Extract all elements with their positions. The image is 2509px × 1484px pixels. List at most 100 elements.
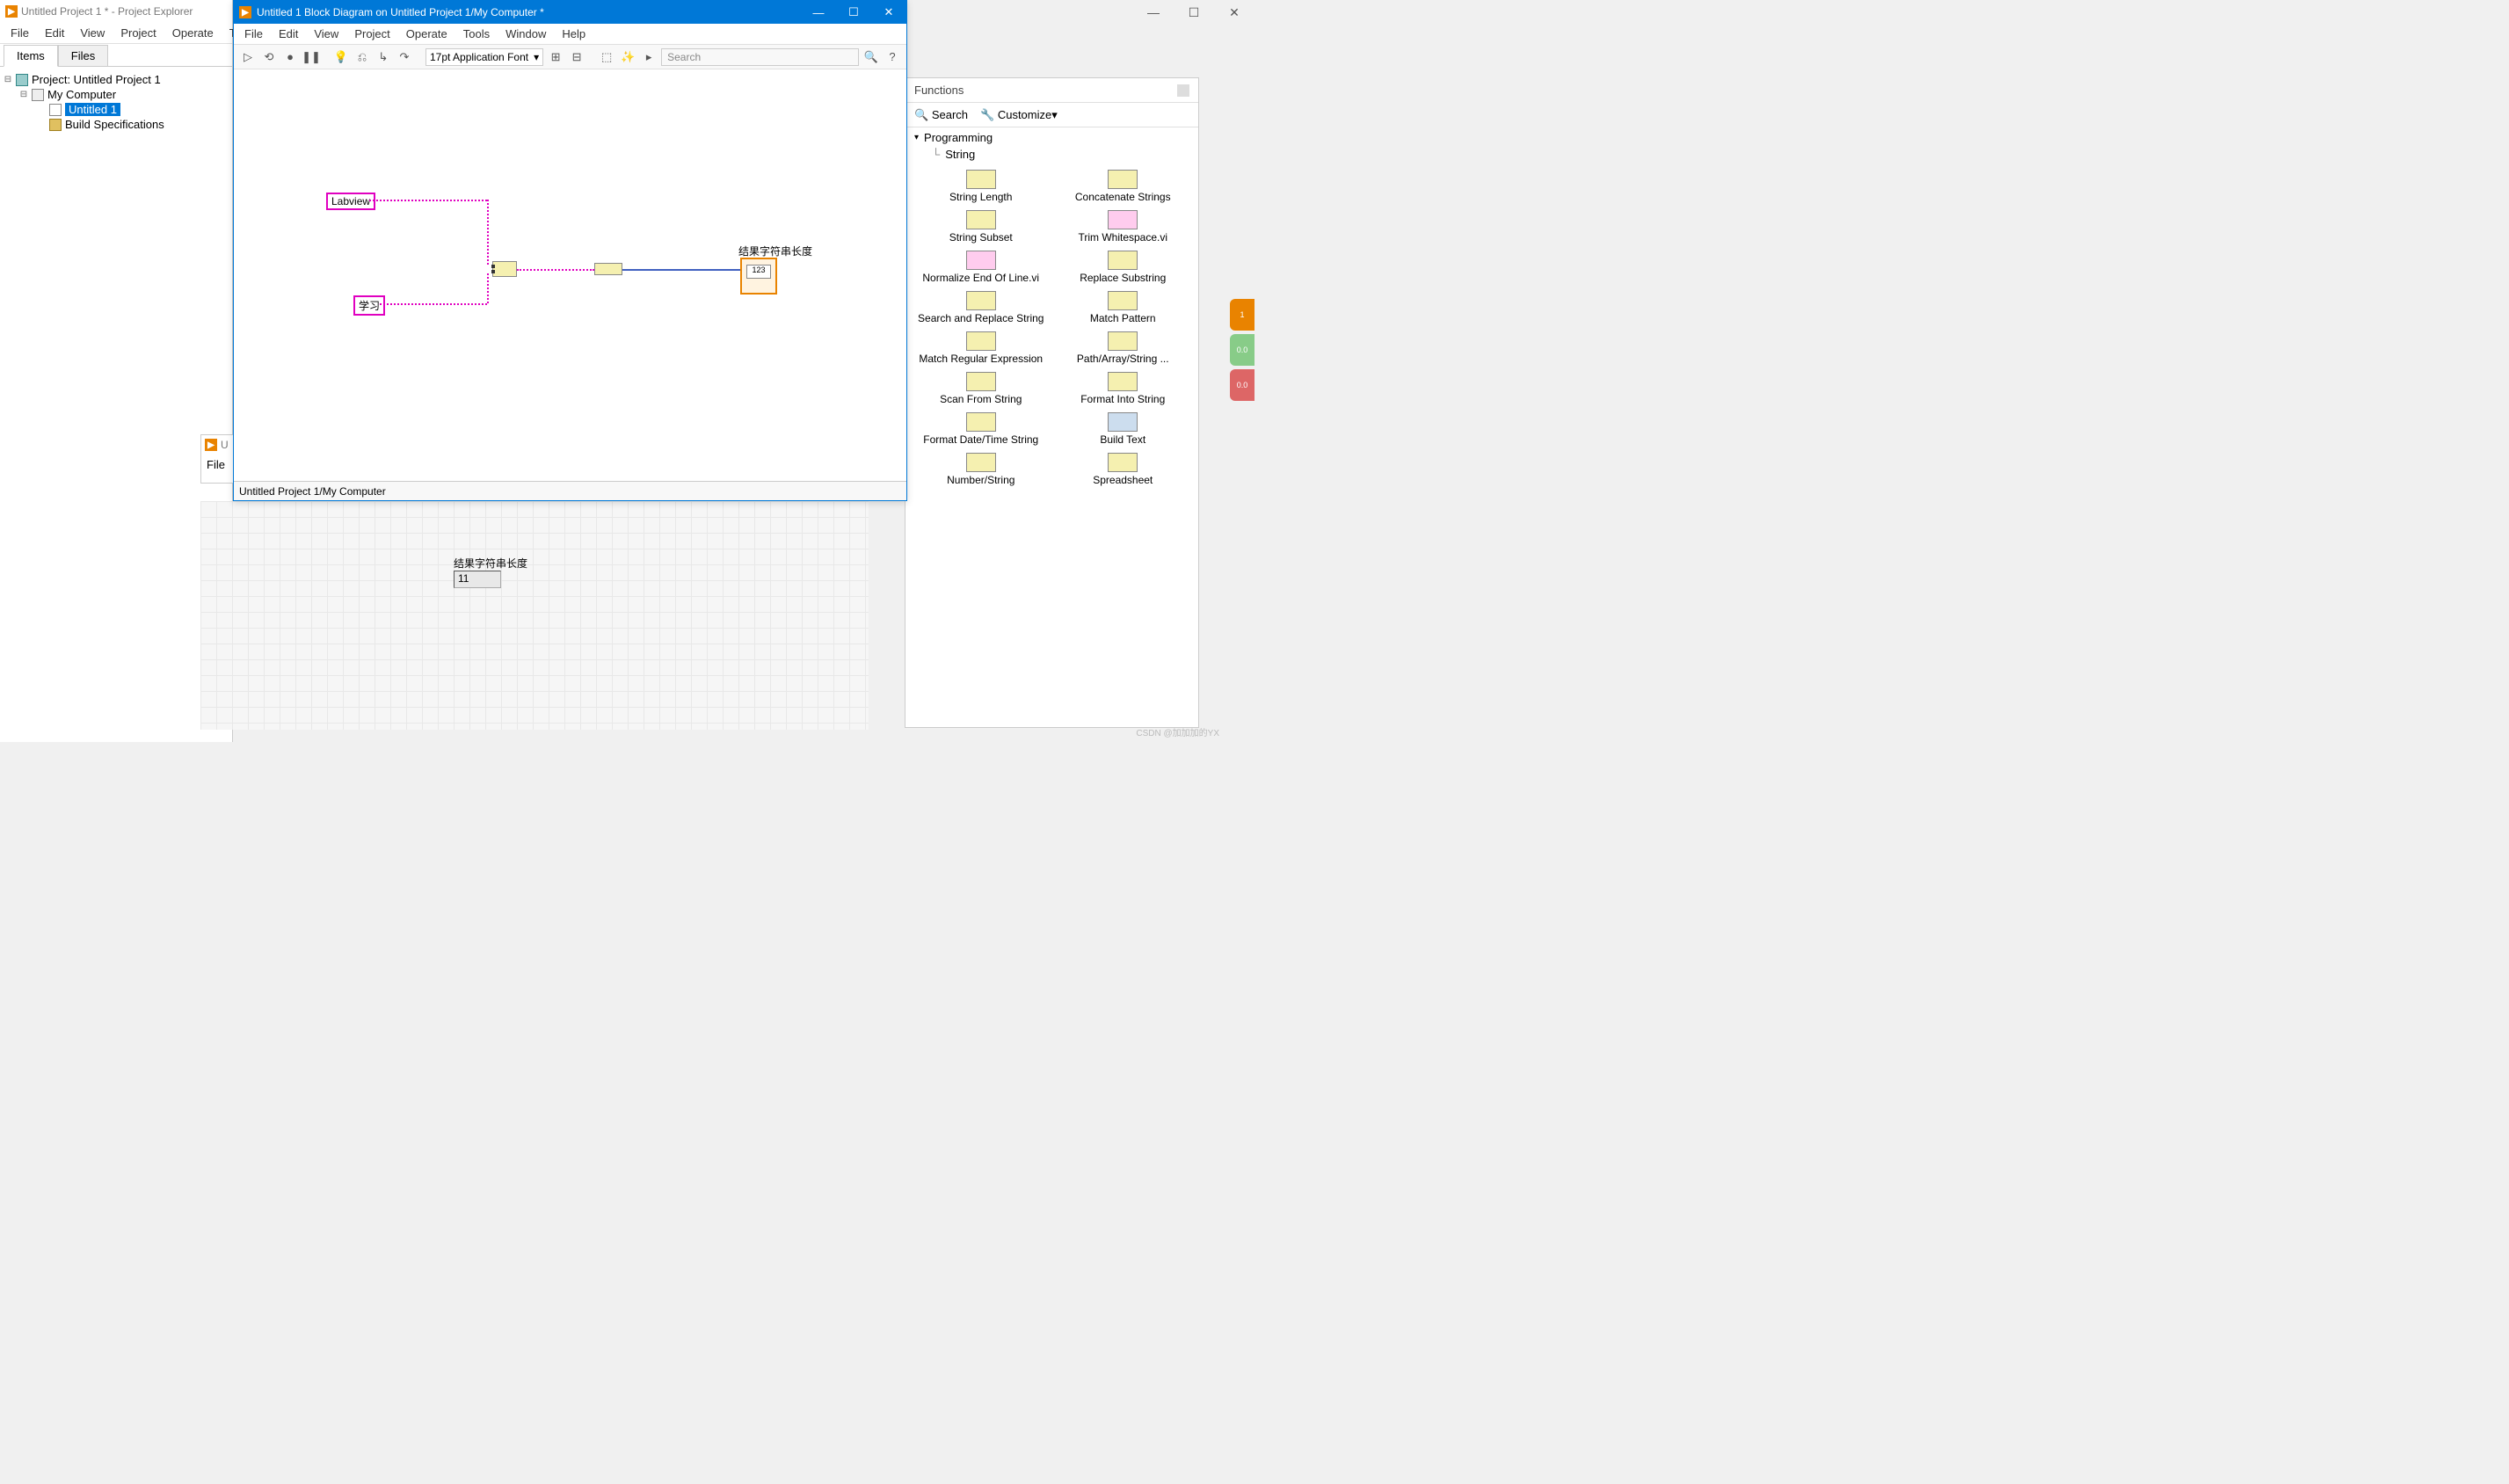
fn-trim-whitespace[interactable]: Trim Whitespace.vi [1053, 208, 1194, 245]
computer-icon [32, 89, 44, 101]
align-button[interactable]: ⊞ [547, 48, 564, 66]
numeric-indicator[interactable]: 123 [740, 258, 777, 295]
close-button[interactable]: ✕ [871, 1, 906, 24]
wire[interactable] [380, 303, 487, 305]
fp-stub-menu-file[interactable]: File [201, 455, 235, 475]
fn-path-array-string[interactable]: Path/Array/String ... [1053, 330, 1194, 367]
functions-search[interactable]: 🔍 Search [914, 108, 968, 122]
pe-menu-file[interactable]: File [4, 25, 36, 41]
concatenate-strings-node[interactable] [492, 261, 517, 277]
front-panel-area[interactable]: 结果字符串长度 11 [200, 501, 869, 730]
minimize-button[interactable]: — [801, 1, 836, 24]
functions-header[interactable]: Functions [905, 78, 1198, 103]
fn-spreadsheet[interactable]: Spreadsheet [1053, 451, 1194, 488]
distribute-button[interactable]: ⊟ [568, 48, 585, 66]
highlight-exec-button[interactable]: 💡 [332, 48, 350, 66]
bd-menu-view[interactable]: View [307, 25, 345, 42]
outer-maximize-button[interactable]: ☐ [1174, 0, 1214, 25]
side-tab-3[interactable]: 0.0 [1230, 369, 1254, 401]
project-icon [16, 74, 28, 86]
fn-concatenate-strings[interactable]: Concatenate Strings [1053, 168, 1194, 205]
pe-menu-edit[interactable]: Edit [38, 25, 71, 41]
fn-match-pattern[interactable]: Match Pattern [1053, 289, 1194, 326]
fp-indicator-label: 结果字符串长度 [454, 556, 527, 571]
wire[interactable] [487, 200, 489, 265]
side-tab-2[interactable]: 0.0 [1230, 334, 1254, 366]
block-diagram-titlebar[interactable]: ▶ Untitled 1 Block Diagram on Untitled P… [234, 1, 906, 24]
string-constant-2[interactable]: 学习 [353, 295, 385, 316]
pause-button[interactable]: ❚❚ [302, 48, 320, 66]
bd-menu-project[interactable]: Project [347, 25, 396, 42]
expand-icon[interactable]: ⊟ [19, 90, 28, 99]
expand-icon[interactable]: ⊟ [4, 75, 12, 84]
pe-menu-project[interactable]: Project [113, 25, 163, 41]
bd-menu-tools[interactable]: Tools [456, 25, 497, 42]
crumb-string[interactable]: String [945, 148, 975, 161]
maximize-button[interactable]: ☐ [836, 1, 871, 24]
build-icon [49, 119, 62, 131]
fp-indicator[interactable]: 结果字符串长度 11 [454, 556, 527, 588]
tree-vi-item[interactable]: Untitled 1 [4, 102, 229, 117]
outer-close-button[interactable]: ✕ [1214, 0, 1254, 25]
reorder-button[interactable]: ⬚ [598, 48, 615, 66]
font-combo[interactable]: 17pt Application Font ▾ [425, 48, 543, 66]
block-diagram-statusbar: Untitled Project 1/My Computer [234, 481, 906, 500]
crumb-programming[interactable]: Programming [924, 131, 993, 144]
indicator-label: 结果字符串长度 [738, 244, 812, 258]
step-over-button[interactable]: ↷ [396, 48, 413, 66]
bd-menu-help[interactable]: Help [555, 25, 593, 42]
tree-my-computer[interactable]: ⊟ My Computer [4, 87, 229, 102]
fn-normalize-eol[interactable]: Normalize End Of Line.vi [911, 249, 1051, 286]
font-combo-label: 17pt Application Font [430, 51, 528, 63]
block-diagram-toolbar: ▷ ⟲ ● ❚❚ 💡 ⎌ ↳ ↷ 17pt Application Font ▾… [234, 45, 906, 69]
wire-numeric[interactable] [622, 269, 740, 271]
fn-format-into-string[interactable]: Format Into String [1053, 370, 1194, 407]
pe-menu-operate[interactable]: Operate [165, 25, 221, 41]
project-explorer-titlebar[interactable]: ▶ Untitled Project 1 * - Project Explore… [0, 0, 232, 23]
string-constant-1[interactable]: Labview [326, 193, 375, 210]
fn-search-replace[interactable]: Search and Replace String [911, 289, 1051, 326]
pin-icon[interactable] [1177, 84, 1189, 97]
side-tab-1[interactable]: 1 [1230, 299, 1254, 331]
tree-project-root[interactable]: ⊟ Project: Untitled Project 1 [4, 72, 229, 87]
fn-match-regex[interactable]: Match Regular Expression [911, 330, 1051, 367]
fn-format-datetime[interactable]: Format Date/Time String [911, 411, 1051, 447]
fn-build-text[interactable]: Build Text [1053, 411, 1194, 447]
retain-wire-button[interactable]: ⎌ [353, 48, 371, 66]
block-diagram-menubar: File Edit View Project Operate Tools Win… [234, 24, 906, 45]
cleanup-button[interactable]: ✨ [619, 48, 636, 66]
functions-customize[interactable]: 🔧 Customize▾ [980, 108, 1058, 122]
help-button[interactable]: ? [884, 48, 901, 66]
fn-number-string[interactable]: Number/String [911, 451, 1051, 488]
chevron-down-icon[interactable]: ▾ [914, 133, 919, 142]
string-length-node[interactable] [594, 263, 622, 275]
tab-files[interactable]: Files [58, 45, 108, 67]
fn-scan-from-string[interactable]: Scan From String [911, 370, 1051, 407]
step-into-button[interactable]: ↳ [375, 48, 392, 66]
bd-menu-edit[interactable]: Edit [272, 25, 305, 42]
project-explorer-window: ▶ Untitled Project 1 * - Project Explore… [0, 0, 233, 742]
search-input[interactable]: Search [661, 48, 859, 66]
search-icon[interactable]: 🔍 [862, 48, 880, 66]
context-help-arrow[interactable]: ▸ [640, 48, 658, 66]
bd-menu-window[interactable]: Window [498, 25, 553, 42]
wire[interactable] [517, 269, 594, 271]
tree-build-specs[interactable]: Build Specifications [4, 117, 229, 132]
outer-minimize-button[interactable]: — [1133, 0, 1174, 25]
front-panel-stub-window[interactable]: ▶ U File [200, 434, 236, 484]
run-continuous-button[interactable]: ⟲ [260, 48, 278, 66]
bd-menu-operate[interactable]: Operate [399, 25, 455, 42]
bd-menu-file[interactable]: File [237, 25, 270, 42]
fn-string-subset[interactable]: String Subset [911, 208, 1051, 245]
run-button[interactable]: ▷ [239, 48, 257, 66]
tab-items[interactable]: Items [4, 45, 58, 67]
block-diagram-canvas[interactable]: Labview 学习 结果字符串长度 123 [234, 69, 906, 481]
project-explorer-title: Untitled Project 1 * - Project Explorer [21, 5, 193, 18]
pe-menu-view[interactable]: View [73, 25, 112, 41]
window-controls: — ☐ ✕ [801, 1, 906, 24]
fn-replace-substring[interactable]: Replace Substring [1053, 249, 1194, 286]
wire[interactable] [369, 200, 487, 201]
fn-string-length[interactable]: String Length [911, 168, 1051, 205]
abort-button[interactable]: ● [281, 48, 299, 66]
wire[interactable] [487, 273, 489, 303]
